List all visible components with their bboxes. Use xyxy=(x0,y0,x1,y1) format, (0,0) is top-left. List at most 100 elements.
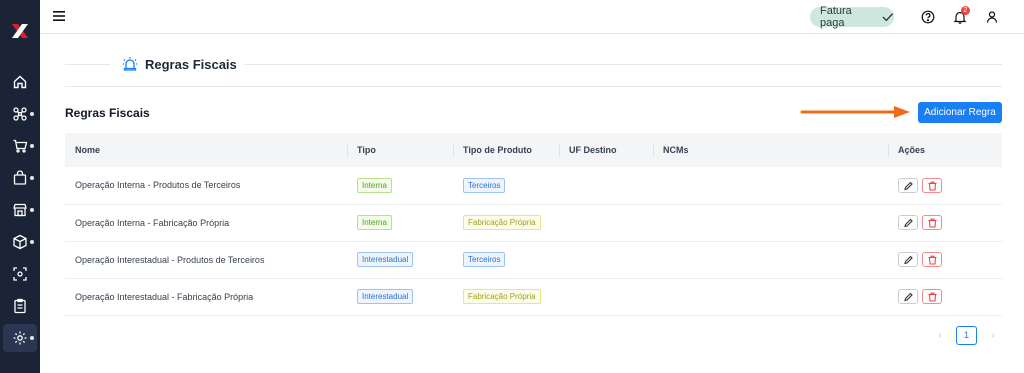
sidebar-item-network[interactable] xyxy=(0,100,40,128)
clipboard-icon xyxy=(14,298,26,314)
rules-table: Nome Tipo Tipo de Produto UF Destino NCM… xyxy=(65,133,1002,316)
cell-uf-destino xyxy=(559,241,653,279)
sidebar-item-settings[interactable] xyxy=(3,324,37,352)
sidebar-expand-dot xyxy=(30,112,34,116)
sidebar-expand-dot xyxy=(30,336,34,340)
cell-nome: Operação Interna - Produtos de Terceiros xyxy=(65,167,347,205)
sidebar-item-store[interactable] xyxy=(0,196,40,224)
cell-tipo: Interestadual xyxy=(347,241,453,279)
tipo-tag: Interna xyxy=(357,177,392,193)
delete-button[interactable] xyxy=(922,252,942,267)
table-header-row: Nome Tipo Tipo de Produto UF Destino NCM… xyxy=(65,133,1002,167)
cell-nome: Operação Interestadual - Fabricação Próp… xyxy=(65,278,347,316)
tipo-produto-tag: Terceiros xyxy=(463,177,506,193)
check-icon xyxy=(882,13,894,22)
edit-button[interactable] xyxy=(898,252,918,267)
sidebar-item-box[interactable] xyxy=(0,228,40,256)
brand-logo-icon[interactable] xyxy=(11,22,29,40)
table-row[interactable]: Operação Interestadual - Produtos de Ter… xyxy=(65,241,1002,279)
cell-uf-destino xyxy=(559,278,653,316)
column-header-acoes: Ações xyxy=(888,133,1002,167)
divider xyxy=(65,86,1002,87)
tipo-tag: Interestadual xyxy=(357,252,414,267)
table-row[interactable]: Operação Interna - Fabricação Própria In… xyxy=(65,204,1002,242)
trash-icon xyxy=(928,255,937,265)
cell-tipo-produto: Fabricação Própria xyxy=(453,204,559,242)
cell-tipo: Interna xyxy=(347,204,453,242)
add-rule-button[interactable]: Adicionar Regra xyxy=(918,102,1002,123)
cell-tipo-produto: Terceiros xyxy=(453,167,559,205)
page-header: Regras Fiscais xyxy=(65,48,1002,88)
section-title: Regras Fiscais xyxy=(65,106,150,120)
sidebar-item-scan[interactable] xyxy=(0,260,40,288)
cart-icon xyxy=(13,139,28,153)
cell-acoes xyxy=(888,278,1002,316)
column-header-tipo[interactable]: Tipo xyxy=(347,133,453,167)
sidebar-item-home[interactable] xyxy=(0,68,40,96)
sidebar xyxy=(0,0,40,373)
box-icon xyxy=(13,234,27,250)
sidebar-expand-dot xyxy=(30,240,34,244)
delete-button[interactable] xyxy=(922,215,942,230)
cell-ncms xyxy=(653,278,888,316)
edit-button[interactable] xyxy=(898,289,918,304)
sidebar-item-cart[interactable] xyxy=(0,132,40,160)
cell-tipo: Interestadual xyxy=(347,278,453,316)
edit-button[interactable] xyxy=(898,177,918,193)
column-header-uf-destino[interactable]: UF Destino xyxy=(559,133,653,167)
column-header-nome[interactable]: Nome xyxy=(65,133,347,167)
tipo-produto-tag: Fabricação Própria xyxy=(463,289,541,304)
cell-acoes xyxy=(888,241,1002,279)
edit-button[interactable] xyxy=(898,215,918,230)
bag-icon xyxy=(13,170,27,185)
app-root: Fatura paga 2 Regras Fiscais Regras Fisc… xyxy=(0,0,1024,373)
divider xyxy=(245,64,1002,65)
cell-acoes xyxy=(888,204,1002,242)
cell-ncms xyxy=(653,167,888,205)
cell-uf-destino xyxy=(559,167,653,205)
cell-tipo: Interna xyxy=(347,167,453,205)
pencil-icon xyxy=(904,181,913,191)
network-icon xyxy=(13,107,27,121)
alarm-icon xyxy=(122,57,138,71)
cell-nome: Operação Interestadual - Produtos de Ter… xyxy=(65,241,347,279)
tipo-tag: Interestadual xyxy=(357,289,414,304)
topbar: Fatura paga 2 xyxy=(40,0,1024,34)
menu-icon[interactable] xyxy=(53,11,65,21)
cell-tipo-produto: Terceiros xyxy=(453,241,559,279)
delete-button[interactable] xyxy=(922,177,942,193)
help-icon[interactable] xyxy=(921,10,935,24)
sidebar-item-clipboard[interactable] xyxy=(0,292,40,320)
table-row[interactable]: Operação Interna - Produtos de Terceiros… xyxy=(65,167,1002,205)
cell-ncms xyxy=(653,204,888,242)
trash-icon xyxy=(928,218,937,228)
cell-tipo-produto: Fabricação Própria xyxy=(453,278,559,316)
cell-nome: Operação Interna - Fabricação Própria xyxy=(65,204,347,242)
divider xyxy=(65,64,110,65)
page-title: Regras Fiscais xyxy=(145,57,237,72)
tipo-produto-tag: Terceiros xyxy=(463,252,506,267)
arrow-annotation-icon xyxy=(800,106,910,118)
page-button-current[interactable]: 1 xyxy=(956,325,977,345)
home-icon xyxy=(13,75,27,89)
column-header-tipo-produto[interactable]: Tipo de Produto xyxy=(453,133,559,167)
column-header-ncms[interactable]: NCMs xyxy=(653,133,888,167)
cell-uf-destino xyxy=(559,204,653,242)
table-row[interactable]: Operação Interestadual - Fabricação Próp… xyxy=(65,278,1002,316)
sidebar-item-bag[interactable] xyxy=(0,164,40,192)
delete-button[interactable] xyxy=(922,289,942,304)
notification-count-badge: 2 xyxy=(961,6,970,15)
fatura-label: Fatura paga xyxy=(820,5,852,29)
fatura-paga-badge[interactable]: Fatura paga xyxy=(810,5,894,29)
chevron-right-icon[interactable]: › xyxy=(985,330,1001,341)
tipo-produto-tag: Fabricação Própria xyxy=(463,215,541,230)
sidebar-expand-dot xyxy=(30,208,34,212)
sidebar-expand-dot xyxy=(30,144,34,148)
scan-icon xyxy=(13,267,27,281)
cell-acoes xyxy=(888,167,1002,205)
chevron-left-icon[interactable]: ‹ xyxy=(932,330,948,341)
cell-ncms xyxy=(653,241,888,279)
user-icon[interactable] xyxy=(985,10,999,24)
pencil-icon xyxy=(904,255,913,265)
pagination: ‹ 1 › xyxy=(932,325,1001,345)
